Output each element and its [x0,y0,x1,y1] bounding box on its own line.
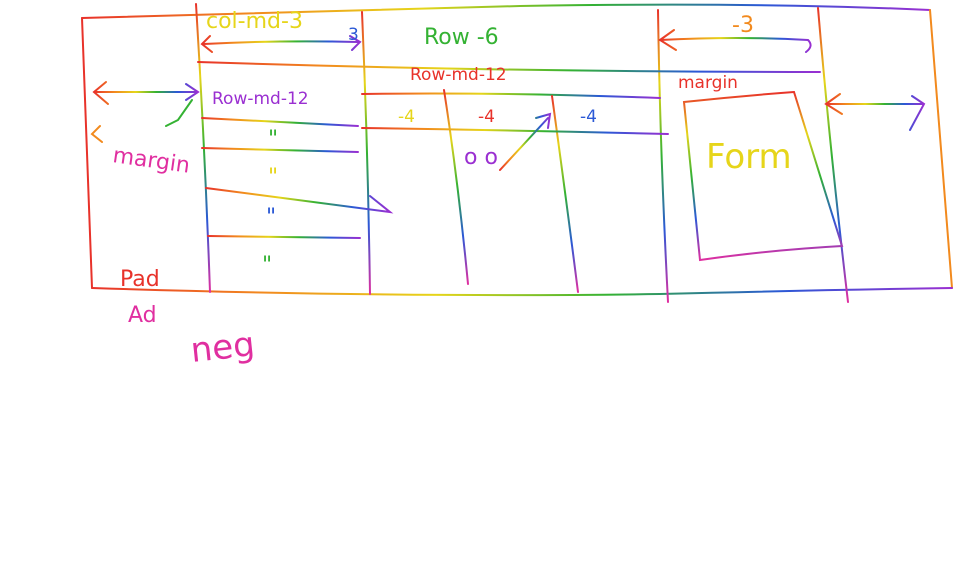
label-cell-4-c: -4 [580,107,597,127]
left-note-margin: margin [111,143,191,179]
label-circles: o o [464,145,498,170]
label-right-3: -3 [732,13,754,38]
wireframe-sketch: col-md-3 3 Row -6 -3 Row-md-12 Row-md-12… [81,3,953,371]
list-row-line-1 [201,117,359,127]
cell-diagonal-arrow [499,112,552,171]
col-4-divider-2 [551,95,579,293]
label-col-md-3-suffix: 3 [348,25,359,45]
left-margin-arrow [92,81,200,105]
label-form: Form [706,137,792,177]
list-row-line-4 [207,235,361,239]
margin-tick [90,125,103,143]
left-note-neg: neg [189,324,257,370]
left-note-pad: Pad [120,267,160,292]
col-4-divider-1 [443,89,469,285]
right-margin-arrow [824,93,926,131]
ditto-3: " [266,205,276,230]
label-cell-4-a: -4 [398,107,415,127]
ditto-4: " [262,253,272,278]
label-col-md-3: col-md-3 [206,9,303,34]
outer-container-right [929,9,953,289]
label-row-6: Row -6 [424,25,499,50]
outer-container-left [81,17,93,289]
col-4-header-line [361,127,669,135]
left-note-ad: Ad [128,303,157,328]
label-row-md-12-left: Row-md-12 [212,89,309,109]
right-col-divider [817,7,849,303]
label-margin: margin [678,73,738,93]
col-md-3-arrow [200,35,362,53]
middle-left-divider [361,11,371,295]
left-col-tick [165,99,193,127]
row-md-12-line [361,92,661,99]
label-row-md-12-top: Row-md-12 [410,65,507,85]
row-line-top [197,61,821,73]
list-row-line-2 [201,147,359,153]
label-cell-4-b: -4 [478,107,495,127]
list-row-line-3 [205,187,394,214]
middle-right-divider [657,9,669,303]
ditto-2: " [268,165,278,190]
outer-container-bottom [91,287,953,297]
ditto-1: " [268,127,278,152]
